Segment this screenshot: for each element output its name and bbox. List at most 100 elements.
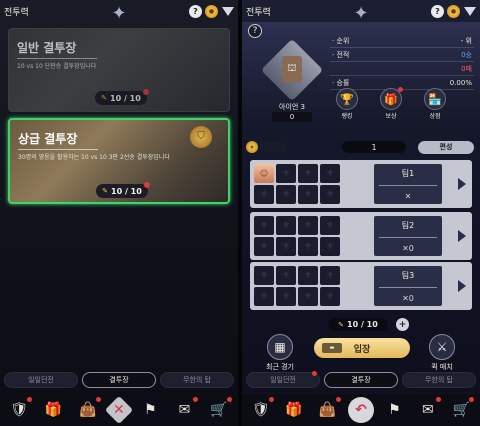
team-label: 팀1 ✕: [374, 164, 442, 204]
nav-shop-icon[interactable]: 🛒: [448, 397, 475, 423]
empty-slot-icon[interactable]: ⚜: [276, 237, 296, 256]
shop-icon: 🏪: [424, 88, 446, 110]
empty-slot-icon[interactable]: ⚜: [298, 266, 318, 285]
team-1-slot[interactable]: ☺ ⚜ ⚜ ⚜ ⚜ ⚜ ⚜ ⚜ 팀1 ✕: [250, 160, 472, 208]
arena-summary: ? ⛫ 아이언 3 0 · 순위 - 위 · 전적 0승 0패 · 승률 0.00% …: [242, 22, 480, 122]
nav-hero-icon[interactable]: 🛡: [6, 397, 33, 423]
quick-match-button[interactable]: ⚔ 퀵 매치: [422, 334, 462, 372]
power-icon: ★: [246, 141, 258, 153]
nav-bag-icon[interactable]: 👜: [315, 397, 341, 423]
hero-slots: ⚜ ⚜ ⚜ ⚜ ⚜ ⚜ ⚜ ⚜: [254, 266, 340, 306]
close-icon[interactable]: ✕: [104, 395, 134, 425]
ticket-count: 10 / 10: [110, 93, 141, 103]
left-pane: 전투력 ? ● ✦ 일반 결투장 10 vs 10 단판승 결투장입니다 ✎ 1…: [0, 0, 238, 426]
team-2-slot[interactable]: ⚜ ⚜ ⚜ ⚜ ⚜ ⚜ ⚜ ⚜ 팀2 ✕0: [250, 212, 472, 260]
ranking-button[interactable]: 🏆 랭킹: [334, 88, 360, 120]
tier-score: 0: [272, 112, 312, 122]
shop-button[interactable]: 🏪 상점: [422, 88, 448, 120]
nav-hero-icon[interactable]: 🛡: [248, 397, 274, 423]
empty-slot-icon[interactable]: ⚜: [276, 266, 296, 285]
help-icon[interactable]: ?: [189, 4, 202, 18]
card-divider: [17, 58, 97, 59]
tab-infinite-tower[interactable]: 무한의 탑: [402, 372, 476, 388]
nav-guild-icon[interactable]: ⚑: [381, 397, 407, 423]
empty-slot-icon[interactable]: ⚜: [298, 164, 318, 183]
empty-slot-icon[interactable]: ⚜: [320, 237, 340, 256]
help-icon[interactable]: ?: [431, 4, 444, 18]
card-subtitle: 10 vs 10 단판승 결투장입니다: [17, 63, 97, 70]
card-subtitle: 30명의 영웅을 활용하는 10 vs 10 3판 2선승 결투장입니다: [18, 154, 170, 161]
nav-bag-icon[interactable]: 👜: [75, 397, 101, 423]
entry-ticket-counter: ✎ 10 / 10: [328, 318, 388, 331]
tab-daily-dungeon[interactable]: 일일던전: [246, 371, 320, 388]
empty-slot-icon[interactable]: ⚜: [298, 237, 318, 256]
empty-slot-icon[interactable]: ⚜: [320, 287, 340, 306]
back-icon[interactable]: ↶: [347, 397, 374, 423]
arrow-right-icon: [458, 178, 466, 190]
nav-guild-icon[interactable]: ⚑: [137, 397, 163, 423]
calendar-icon: ▦: [267, 334, 293, 360]
empty-slot-icon[interactable]: ⚜: [320, 164, 340, 183]
empty-slot-icon[interactable]: ⚜: [298, 216, 318, 235]
menu-dropdown-icon[interactable]: [464, 6, 476, 16]
empty-slot-icon[interactable]: ⚜: [254, 287, 274, 306]
card-title: 일반 결투장: [17, 41, 77, 55]
arrow-right-icon: [458, 230, 466, 242]
team-label: 팀3 ✕0: [374, 266, 442, 306]
gift-icon: 🎁: [380, 87, 403, 110]
team-3-slot[interactable]: ⚜ ⚜ ⚜ ⚜ ⚜ ⚜ ⚜ ⚜ 팀3 ✕0: [250, 262, 472, 310]
empty-slot-icon[interactable]: ⚜: [320, 185, 340, 204]
empty-slot-icon[interactable]: ⚜: [298, 287, 318, 306]
ticket-icon: ✎: [338, 320, 345, 329]
empty-slot-icon[interactable]: ⚜: [298, 185, 318, 204]
arrow-right-icon: [458, 280, 466, 292]
tab-arena[interactable]: 결투장: [324, 372, 398, 388]
nav-shop-icon[interactable]: 🛒: [206, 397, 232, 423]
reward-button[interactable]: 🎁 보상: [378, 87, 404, 120]
nav-chest-icon[interactable]: 🎁: [281, 397, 307, 423]
ticket-counter: ✎ 10 / 10: [96, 182, 150, 198]
nav-chest-icon[interactable]: 🎁: [40, 397, 66, 423]
empty-slot-icon[interactable]: ⚜: [254, 216, 274, 235]
menu-dropdown-icon[interactable]: [222, 6, 234, 16]
empty-slot-icon[interactable]: ⚜: [276, 287, 296, 306]
right-pane: 전투력 ? ● ✦ ? ⛫ 아이언 3 0 · 순위 - 위 · 전적 0승 0패 …: [242, 0, 480, 426]
empty-slot-icon[interactable]: ⚜: [276, 164, 296, 183]
arena-actions: 🏆 랭킹 🎁 보상 🏪 상점: [334, 87, 448, 120]
stats-panel: · 순위 - 위 · 전적 0승 0패 · 승률 0.00%: [330, 34, 474, 90]
nav-mail-icon[interactable]: ✉: [415, 397, 441, 423]
empty-slot-icon[interactable]: ⚜: [320, 266, 340, 285]
help-icon[interactable]: ?: [248, 24, 262, 38]
empty-slot-icon[interactable]: ⚜: [254, 185, 274, 204]
content-tabs: 일일던전 결투장 무한의 탑: [246, 371, 476, 388]
team-number[interactable]: 1: [342, 141, 406, 153]
tab-daily-dungeon[interactable]: 일일던전: [4, 372, 78, 388]
tier-shield-icon: ⛫: [282, 56, 302, 82]
advanced-arena-card[interactable]: ⛉ 상급 결투장 30명의 영웅을 활용하는 10 vs 10 3판 2선승 결…: [8, 118, 230, 204]
empty-slot-icon[interactable]: ⚜: [276, 216, 296, 235]
hero-slots: ☺ ⚜ ⚜ ⚜ ⚜ ⚜ ⚜ ⚜: [254, 164, 340, 204]
empty-slot-icon[interactable]: ⚜: [254, 266, 274, 285]
tab-arena[interactable]: 결투장: [82, 372, 156, 388]
recent-matches-button[interactable]: ▦ 최근 경기: [260, 334, 300, 372]
normal-arena-card[interactable]: 일반 결투장 10 vs 10 단판승 결투장입니다 ✎ 10 / 10: [8, 28, 230, 112]
tier-name: 아이언 3: [279, 103, 305, 111]
empty-slot-icon[interactable]: ⚜: [254, 237, 274, 256]
notification-dot: [144, 182, 150, 188]
stat-record-wins: · 전적 0승: [330, 48, 474, 62]
enter-button[interactable]: ▬ 입장: [314, 338, 410, 358]
hero-slots: ⚜ ⚜ ⚜ ⚜ ⚜ ⚜ ⚜ ⚜: [254, 216, 340, 256]
coin-icon[interactable]: ●: [205, 4, 218, 18]
tab-infinite-tower[interactable]: 무한의 탑: [160, 372, 234, 388]
hero-portrait[interactable]: ☺: [254, 164, 274, 183]
empty-slot-icon[interactable]: ⚜: [320, 216, 340, 235]
ticket-count: 10 / 10: [111, 186, 142, 196]
edit-formation-button[interactable]: 편성: [418, 140, 474, 154]
card-title: 상급 결투장: [18, 132, 78, 146]
empty-slot-icon[interactable]: ⚜: [276, 185, 296, 204]
add-ticket-button[interactable]: +: [396, 318, 409, 331]
ticket-icon: ▬: [322, 343, 342, 353]
coin-icon[interactable]: ●: [447, 4, 460, 18]
nav-mail-icon[interactable]: ✉: [172, 397, 198, 423]
content-tabs: 일일던전 결투장 무한의 탑: [4, 372, 234, 388]
